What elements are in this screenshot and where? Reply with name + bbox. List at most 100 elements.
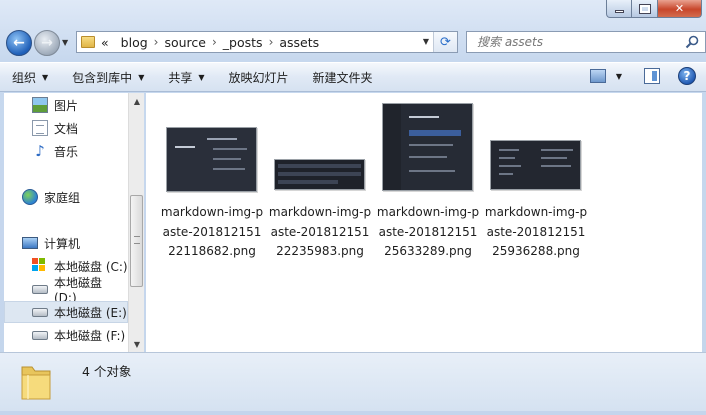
file-item[interactable]: markdown-img-paste-20181215122118682.png — [160, 103, 264, 273]
address-dropdown-button[interactable]: ▼ — [423, 37, 429, 46]
nav-item-label: 本地磁盘 (E:) — [54, 305, 127, 320]
nav-item-label: 本地磁盘 (C:) — [54, 259, 128, 274]
caption-buttons: ✕ — [606, 0, 702, 18]
breadcrumb-assets[interactable]: assets — [279, 35, 319, 50]
thumbnail-line — [499, 165, 521, 167]
file-thumbnail — [484, 103, 588, 199]
thumbnail-line — [499, 149, 519, 151]
drive-icon — [32, 284, 48, 294]
close-button[interactable]: ✕ — [658, 0, 702, 18]
back-button[interactable]: ← — [6, 30, 32, 56]
nav-item-homegroup[interactable]: 家庭组 — [4, 186, 128, 208]
item-count: 4 个对象 — [82, 364, 132, 379]
file-thumbnail — [376, 103, 480, 199]
pictures-icon — [32, 97, 48, 113]
thumbnail-line — [541, 165, 571, 167]
recent-pages-dropdown[interactable]: ▼ — [62, 38, 68, 47]
thumbnail-sidebar — [173, 134, 207, 184]
image-thumbnail-icon — [274, 159, 365, 190]
nav-item-label: 家庭组 — [44, 190, 81, 205]
file-name: markdown-img-paste-20181215122118682.png — [160, 205, 264, 258]
nav-item-label: 本地磁盘 (F:) — [54, 328, 126, 343]
maximize-button[interactable] — [632, 0, 658, 18]
image-thumbnail-icon — [166, 127, 257, 192]
file-thumbnail — [268, 103, 372, 199]
system-drive-icon — [32, 258, 48, 274]
chevron-down-icon: ▼ — [42, 72, 49, 82]
breadcrumb-blog[interactable]: blog — [121, 35, 148, 50]
view-options-dropdown[interactable]: ▼ — [616, 72, 622, 81]
new-folder-label: 新建文件夹 — [312, 70, 373, 85]
file-item[interactable]: markdown-img-paste-20181215125936288.png — [484, 103, 588, 273]
thumbnail-line — [541, 149, 573, 151]
thumbnail-line — [499, 173, 513, 175]
breadcrumb-separator: › — [153, 35, 159, 49]
thumbnail-line — [213, 158, 241, 160]
share-menu[interactable]: 共享 ▼ — [168, 69, 204, 86]
music-icon: ♪ — [35, 142, 45, 160]
command-bar: 组织 ▼ 包含到库中 ▼ 共享 ▼ 放映幻灯片 新建文件夹 ▼ ? — [0, 62, 706, 92]
navigation-row: ← → ▼ « blog › source › _posts › assets … — [4, 28, 706, 56]
nav-item-drive-d[interactable]: 本地磁盘 (D:) — [4, 276, 128, 305]
thumbnail-line — [409, 170, 455, 172]
refresh-icon: ⟳ — [440, 34, 451, 50]
share-label: 共享 — [168, 70, 193, 85]
details-pane: 4 个对象 — [0, 352, 706, 411]
homegroup-icon — [22, 189, 38, 205]
file-view: markdown-img-paste-20181215122118682.png… — [146, 93, 702, 352]
breadcrumb-source[interactable]: source — [164, 35, 206, 50]
file-item[interactable]: markdown-img-paste-20181215122235983.png — [268, 103, 372, 273]
file-item[interactable]: markdown-img-paste-20181215125633289.png — [376, 103, 480, 273]
nav-item-drive-f[interactable]: 本地磁盘 (F:) — [4, 324, 128, 346]
nav-item-pictures[interactable]: 图片 — [4, 94, 128, 116]
back-arrow-icon: ← — [13, 35, 25, 51]
nav-item-documents[interactable]: 文档 — [4, 117, 128, 139]
include-in-library-label: 包含到库中 — [72, 70, 133, 85]
thumbnail-line — [213, 148, 247, 150]
thumbnail-line — [409, 130, 461, 136]
breadcrumb-posts[interactable]: _posts — [223, 35, 263, 50]
change-view-icon[interactable] — [589, 69, 606, 83]
thumbnail-line — [278, 180, 338, 184]
minimize-button[interactable] — [606, 0, 632, 18]
organize-menu[interactable]: 组织 ▼ — [12, 69, 48, 86]
nav-item-label: 本地磁盘 (D:) — [54, 275, 103, 305]
thumbnail-line — [541, 157, 567, 159]
thumbnail-line — [278, 164, 361, 168]
computer-icon — [22, 237, 38, 249]
address-bar[interactable]: « blog › source › _posts › assets ▼ ⟳ — [76, 31, 458, 53]
scroll-up-icon[interactable]: ▲ — [129, 93, 145, 109]
chevron-down-icon: ▼ — [138, 72, 145, 82]
grip-icon — [134, 236, 140, 244]
nav-item-label: 图片 — [54, 98, 79, 113]
scrollbar-thumb[interactable] — [130, 195, 143, 287]
include-in-library-menu[interactable]: 包含到库中 ▼ — [72, 69, 144, 86]
scroll-down-icon[interactable]: ▼ — [129, 336, 145, 352]
slideshow-button[interactable]: 放映幻灯片 — [229, 69, 289, 86]
minimize-icon — [614, 10, 624, 13]
chevron-down-icon: ▼ — [198, 72, 205, 82]
nav-item-music[interactable]: ♪ 音乐 — [4, 140, 128, 162]
forward-button[interactable]: → — [34, 30, 60, 56]
thumbnail-sidebar — [383, 104, 401, 190]
help-icon[interactable]: ? — [678, 67, 696, 85]
drive-icon — [32, 307, 48, 317]
breadcrumb-separator: › — [211, 35, 217, 49]
refresh-button[interactable]: ⟳ — [433, 32, 457, 52]
thumbnail-line — [409, 116, 439, 118]
thumbnail-line — [175, 146, 195, 148]
preview-pane-icon[interactable] — [644, 68, 660, 84]
search-input[interactable] — [477, 35, 677, 49]
folder-icon — [81, 36, 95, 48]
thumbnail-line — [499, 157, 515, 159]
maximize-icon — [638, 3, 651, 14]
search-icon[interactable] — [685, 35, 699, 49]
new-folder-button[interactable]: 新建文件夹 — [313, 69, 373, 86]
nav-item-computer[interactable]: 计算机 — [4, 232, 128, 254]
file-name: markdown-img-paste-20181215125936288.png — [484, 205, 588, 258]
file-name: markdown-img-paste-20181215125633289.png — [376, 205, 480, 258]
nav-item-drive-e[interactable]: 本地磁盘 (E:) — [4, 301, 128, 323]
breadcrumb-overflow[interactable]: « — [101, 35, 109, 50]
navigation-scrollbar[interactable]: ▲ ▼ — [128, 93, 144, 352]
navigation-pane: 图片 文档 ♪ 音乐 家庭组 计算机 本地磁盘 (C:) 本地磁盘 (D:) 本 — [4, 93, 128, 352]
